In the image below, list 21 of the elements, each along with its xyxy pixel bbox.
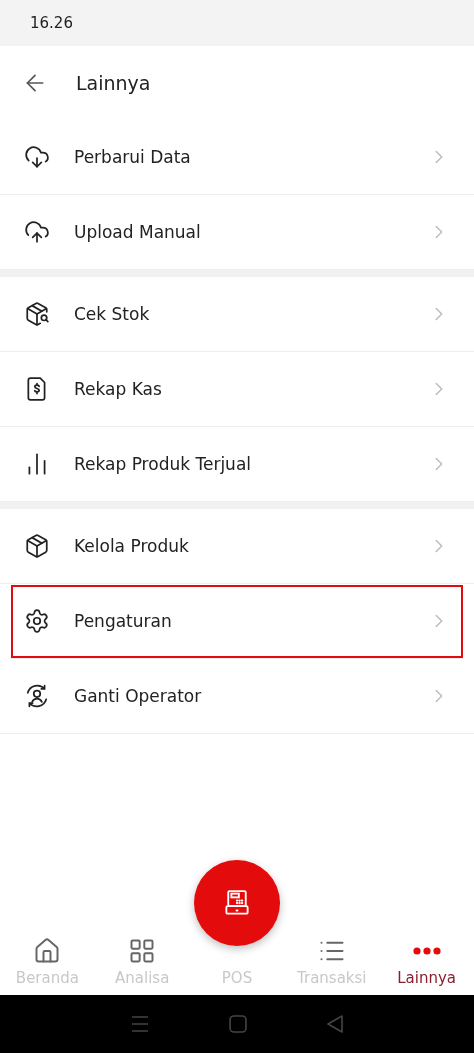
back-triangle-icon[interactable] <box>326 1015 345 1033</box>
home-button-icon[interactable] <box>229 1015 247 1033</box>
menu-item[interactable]: Pengaturan <box>10 584 464 659</box>
menu-item[interactable]: Rekap Kas <box>0 352 474 427</box>
pos-fab-button[interactable] <box>194 860 280 946</box>
menu-item[interactable]: Kelola Produk <box>0 509 474 584</box>
menu-item[interactable]: Cek Stok <box>0 277 474 352</box>
cloud-upload-icon <box>24 219 50 245</box>
user-sync-icon <box>24 683 50 709</box>
cash-register-icon <box>222 888 252 918</box>
box-icon <box>24 533 50 559</box>
menu-icon[interactable] <box>129 1015 150 1033</box>
menu-item[interactable]: Ganti Operator <box>0 659 474 734</box>
cloud-download-icon <box>24 144 50 170</box>
menu-item[interactable]: Perbarui Data <box>0 120 474 195</box>
box-search-icon <box>24 301 50 327</box>
page-title: Lainnya <box>76 72 151 94</box>
more-icon <box>412 947 441 955</box>
nav-tab[interactable]: Lainnya <box>379 937 474 987</box>
status-time: 16.26 <box>30 14 73 32</box>
settings-icon <box>24 608 50 634</box>
